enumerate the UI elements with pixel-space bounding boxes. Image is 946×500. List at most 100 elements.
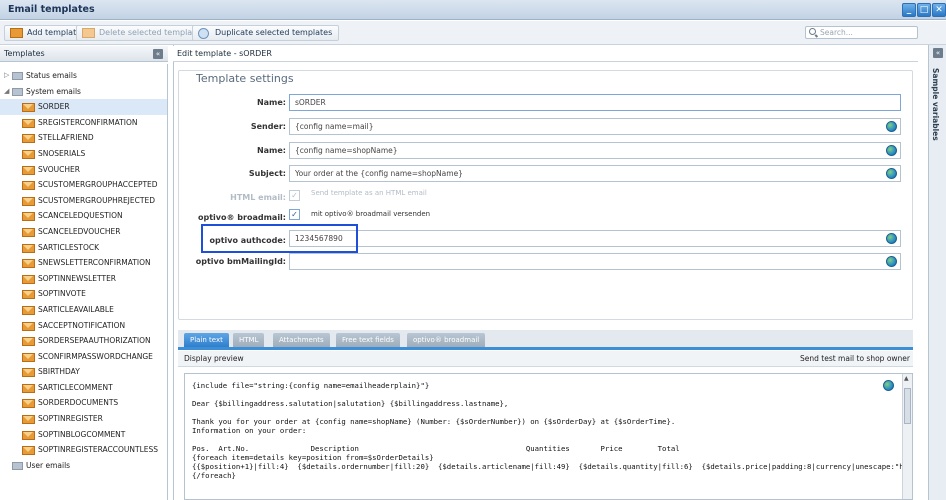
translate-globe-icon[interactable] <box>886 256 897 267</box>
template-code: {include file="string:{config name=email… <box>192 381 913 480</box>
tree-item[interactable]: sOPTINREGISTERACCOUNTLESS <box>0 442 167 458</box>
tree-item[interactable]: sCANCELEDVOUCHER <box>0 224 167 240</box>
tree-item-label: sREGISTERCONFIRMATION <box>38 117 138 127</box>
name-label: Name: <box>256 98 286 107</box>
envelope-icon <box>22 430 35 440</box>
tree-item[interactable]: sCONFIRMPASSWORDCHANGE <box>0 349 167 365</box>
translate-globe-icon[interactable] <box>886 168 897 179</box>
search-placeholder: Search... <box>820 28 853 37</box>
html-email-label: HTML email: <box>230 193 286 202</box>
tree-item[interactable]: sORDER <box>0 99 167 115</box>
sender-value: {config name=mail} <box>295 122 374 131</box>
tree-item[interactable]: sOPTINNEWSLETTER <box>0 271 167 287</box>
tree-item[interactable]: sVOUCHER <box>0 162 167 178</box>
tree-item-label: sCANCELEDVOUCHER <box>38 226 121 236</box>
scroll-thumb[interactable] <box>904 388 911 424</box>
send-test-mail-button[interactable]: Send test mail to shop owner <box>800 351 910 367</box>
tab-optivo-broadmail[interactable]: optivo® broadmail <box>407 333 486 347</box>
minimize-button[interactable]: _ <box>902 3 916 17</box>
subject-field[interactable]: Your order at the {config name=shopName} <box>289 165 901 182</box>
tree-item-label: sARTICLESTOCK <box>38 242 100 252</box>
tree-item[interactable]: sARTICLECOMMENT <box>0 380 167 396</box>
sender-label: Sender: <box>250 122 286 131</box>
folder-icon <box>12 461 23 470</box>
display-preview-label[interactable]: Display preview <box>184 351 244 367</box>
duplicate-templates-button[interactable]: Duplicate selected templates <box>192 25 340 41</box>
tree-item[interactable]: sOPTINVOTE <box>0 286 167 302</box>
authcode-highlight-box <box>201 224 358 253</box>
tree-item-label: sACCEPTNOTIFICATION <box>38 320 126 330</box>
broadmail-checkbox[interactable]: ✓ <box>289 209 300 220</box>
tree-folder-status[interactable]: ▷ Status emails <box>0 68 167 84</box>
translate-globe-icon[interactable] <box>886 145 897 156</box>
maximize-button[interactable]: □ <box>917 3 931 17</box>
tree-item[interactable]: sCANCELEDQUESTION <box>0 208 167 224</box>
code-line: Information on your order: <box>192 426 307 435</box>
from-name-value: {config name=shopName} <box>295 146 398 155</box>
tree-item-label: sCUSTOMERGROUPHACCEPTED <box>38 180 158 190</box>
mailingid-field[interactable] <box>289 253 901 270</box>
tree-item[interactable]: sNEWSLETTERCONFIRMATION <box>0 255 167 271</box>
translate-globe-icon[interactable] <box>886 121 897 132</box>
tree-item-label: sCONFIRMPASSWORDCHANGE <box>38 351 153 361</box>
tree-item[interactable]: sORDERSEPAAUTHORIZATION <box>0 333 167 349</box>
code-scrollbar[interactable]: ▲ <box>902 374 912 499</box>
html-email-checkbox[interactable]: ✓ <box>289 190 300 201</box>
translate-globe-icon[interactable] <box>883 380 894 391</box>
template-code-editor[interactable]: {include file="string:{config name=email… <box>184 373 913 500</box>
tree-item[interactable]: sREGISTERCONFIRMATION <box>0 115 167 131</box>
expand-arrow-icon[interactable]: ▷ <box>4 68 9 84</box>
scroll-up-icon[interactable]: ▲ <box>904 375 909 382</box>
tree-item[interactable]: sOPTINREGISTER <box>0 411 167 427</box>
tree-folder-user[interactable]: User emails <box>0 458 167 474</box>
envelope-icon <box>22 274 35 284</box>
tree-item[interactable]: sTELLAFRIEND <box>0 130 167 146</box>
code-line: {{$position+1}|fill:4} {$details.ordernu… <box>192 462 913 471</box>
close-button[interactable]: ✕ <box>932 3 946 17</box>
tree-item-label: sTELLAFRIEND <box>38 133 94 143</box>
sample-variables-title: Sample variables <box>931 68 940 141</box>
name-value: sORDER <box>295 98 326 107</box>
expand-panel-icon[interactable]: « <box>933 48 943 58</box>
tree-item[interactable]: sOPTINBLOGCOMMENT <box>0 427 167 443</box>
translate-globe-icon[interactable] <box>886 233 897 244</box>
collapse-arrow-icon[interactable]: ◢ <box>4 84 9 100</box>
authcode-field[interactable]: 1234567890 <box>289 230 901 247</box>
broadmail-label: optivo® broadmail: <box>198 213 286 222</box>
duplicate-icon <box>198 28 209 39</box>
search-input[interactable]: Search... <box>805 26 918 39</box>
tree-folder-system[interactable]: ◢ System emails <box>0 84 167 100</box>
tree-item-label: sOPTINREGISTERACCOUNTLESS <box>38 445 159 455</box>
tree-item[interactable]: sARTICLEAVAILABLE <box>0 302 167 318</box>
tree-item[interactable]: sCUSTOMERGROUPHREJECTED <box>0 193 167 209</box>
envelope-icon <box>22 399 35 409</box>
name-field[interactable]: sORDER <box>289 94 901 111</box>
tab-plain-text[interactable]: Plain text <box>184 333 229 347</box>
window-title: Email templates <box>8 4 95 15</box>
tree-item[interactable]: sORDERDOCUMENTS <box>0 395 167 411</box>
from-name-field[interactable]: {config name=shopName} <box>289 142 901 159</box>
tree-item[interactable]: sARTICLESTOCK <box>0 240 167 256</box>
sample-variables-panel[interactable]: « Sample variables <box>928 45 946 500</box>
tree-item-label: sCANCELEDQUESTION <box>38 211 123 221</box>
envelope-icon <box>22 368 35 378</box>
tree-item[interactable]: sACCEPTNOTIFICATION <box>0 318 167 334</box>
from-name-label: Name: <box>256 146 286 155</box>
tree-item-label: sARTICLECOMMENT <box>38 382 113 392</box>
tree-item[interactable]: sNOSERIALS <box>0 146 167 162</box>
tree-item-label: sNEWSLETTERCONFIRMATION <box>38 258 151 268</box>
sender-field[interactable]: {config name=mail} <box>289 118 901 135</box>
envelope-icon <box>22 321 35 331</box>
template-settings-legend: Template settings <box>190 72 300 85</box>
tree-item[interactable]: sBIRTHDAY <box>0 364 167 380</box>
tab-html[interactable]: HTML <box>233 333 265 347</box>
collapse-sidebar-icon[interactable]: « <box>153 49 163 59</box>
delete-envelope-icon <box>82 28 95 38</box>
code-line: Pos. Art.No. Description Quantities Pric… <box>192 444 680 453</box>
envelope-icon <box>22 259 35 269</box>
tab-free-text-fields[interactable]: Free text fields <box>336 333 400 347</box>
tab-attachments[interactable]: Attachments <box>273 333 330 347</box>
envelope-icon <box>22 446 35 456</box>
tree-item[interactable]: sCUSTOMERGROUPHACCEPTED <box>0 177 167 193</box>
